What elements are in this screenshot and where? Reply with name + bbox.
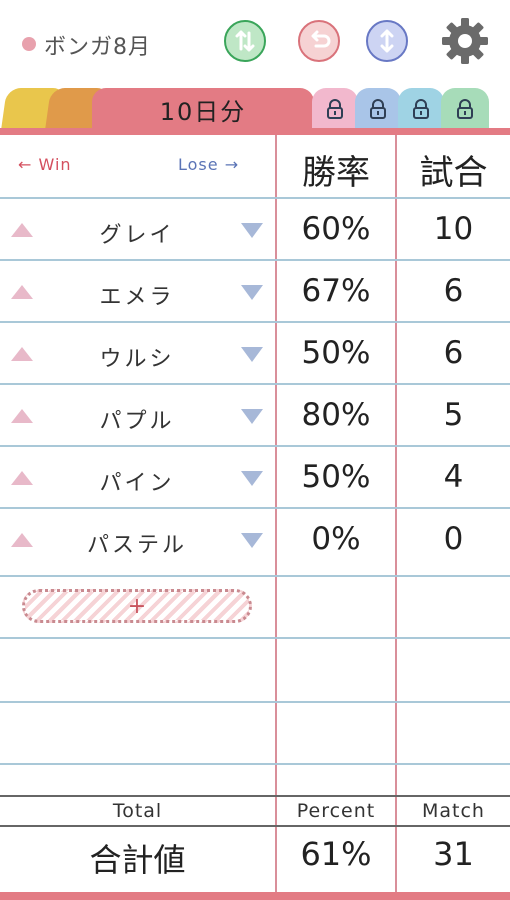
footer-divider-bottom: [0, 825, 510, 827]
match-count: 10: [433, 211, 474, 247]
lock-icon: [370, 99, 386, 119]
win-increment-button[interactable]: [11, 533, 33, 547]
tab-locked-blue[interactable]: [355, 88, 401, 130]
tab-active[interactable]: 10日分: [92, 88, 314, 130]
settings-button[interactable]: [440, 16, 490, 66]
match-column-header: 試合: [419, 153, 488, 193]
footer-divider-top: [0, 795, 510, 797]
player-name[interactable]: パステル: [40, 527, 234, 559]
sheet-title[interactable]: ボンガ8月: [44, 29, 151, 61]
tab-active-label: 10日分: [159, 97, 247, 126]
table-row: エメラ 67% 6: [0, 261, 510, 323]
tab-locked-green[interactable]: [441, 88, 489, 130]
bottom-accent-bar: [0, 892, 510, 900]
lose-increment-button[interactable]: [241, 409, 263, 424]
win-label: ← Win: [18, 155, 72, 174]
total-label: Total: [112, 800, 163, 822]
top-bar: ボンガ8月: [0, 0, 510, 88]
win-rate: 80%: [301, 397, 371, 433]
match-label: Match: [422, 800, 485, 822]
lock-icon: [413, 99, 429, 119]
win-increment-button[interactable]: [11, 223, 33, 237]
percent-label: Percent: [296, 800, 376, 822]
win-rate: 50%: [301, 459, 371, 495]
player-name[interactable]: グレイ: [40, 217, 234, 249]
rule-line: [0, 637, 510, 639]
player-name[interactable]: パプル: [40, 403, 234, 435]
lose-increment-button[interactable]: [241, 347, 263, 362]
player-name[interactable]: エメラ: [40, 279, 234, 311]
expand-button[interactable]: [366, 20, 408, 62]
score-sheet: ← Win Lose → 勝率 試合 グレイ 60% 10 エメラ 67% 6 …: [0, 135, 510, 892]
undo-button[interactable]: [298, 20, 340, 62]
rule-line: [0, 701, 510, 703]
lose-label: Lose →: [178, 155, 240, 174]
match-count: 6: [443, 273, 464, 309]
lose-increment-button[interactable]: [241, 285, 263, 300]
win-increment-button[interactable]: [11, 409, 33, 423]
tab-locked-pink[interactable]: [312, 88, 358, 130]
win-rate: 50%: [301, 335, 371, 371]
total-percent: 61%: [300, 835, 372, 873]
rule-line: [0, 575, 510, 577]
table-row: パイン 50% 4: [0, 447, 510, 509]
player-name[interactable]: ウルシ: [40, 341, 234, 373]
title-dot: [22, 37, 36, 51]
rule-line: [0, 763, 510, 765]
win-increment-button[interactable]: [11, 347, 33, 361]
total-matches: 31: [433, 835, 474, 873]
table-row: パプル 80% 5: [0, 385, 510, 447]
tab-strip: [0, 128, 510, 135]
win-rate: 67%: [301, 273, 371, 309]
table-row: グレイ 60% 10: [0, 199, 510, 261]
swap-vertical-icon: [235, 30, 255, 52]
undo-icon: [311, 30, 331, 48]
win-increment-button[interactable]: [11, 285, 33, 299]
table-row: パステル 0% 0: [0, 509, 510, 571]
lose-increment-button[interactable]: [241, 533, 263, 548]
match-count: 0: [443, 521, 464, 557]
tab-locked-cyan[interactable]: [398, 88, 444, 130]
win-increment-button[interactable]: [11, 471, 33, 485]
total-value: 合計値: [89, 841, 186, 879]
expand-vertical-icon: [380, 29, 394, 53]
gear-icon: [442, 18, 488, 64]
lose-increment-button[interactable]: [241, 471, 263, 486]
sort-button[interactable]: [224, 20, 266, 62]
table-row: ウルシ 50% 6: [0, 323, 510, 385]
header-row: ← Win Lose → 勝率 試合: [0, 135, 510, 197]
lock-icon: [457, 99, 473, 119]
lock-icon: [327, 99, 343, 119]
win-rate: 0%: [311, 521, 361, 557]
lose-increment-button[interactable]: [241, 223, 263, 238]
match-count: 4: [443, 459, 464, 495]
rate-column-header: 勝率: [302, 153, 370, 193]
player-name[interactable]: パイン: [40, 465, 234, 497]
match-count: 6: [443, 335, 464, 371]
add-player-label: +: [127, 593, 147, 619]
match-count: 5: [443, 397, 464, 433]
add-player-button[interactable]: +: [22, 589, 252, 623]
win-rate: 60%: [301, 211, 371, 247]
tab-bar: 10日分: [0, 88, 510, 130]
